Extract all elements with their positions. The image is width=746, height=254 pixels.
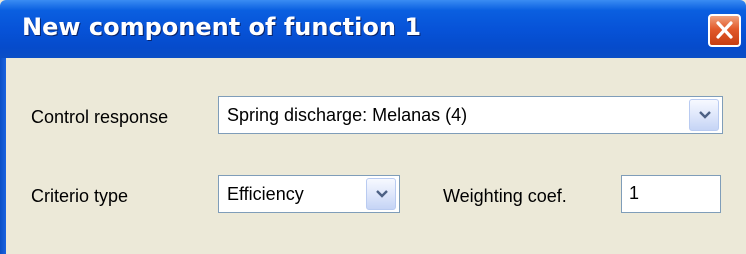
weighting-coef-value: 1 [629,183,640,203]
chevron-down-icon [699,111,711,119]
close-button[interactable] [708,14,741,47]
chevron-down-icon [376,190,388,198]
weighting-coef-label: Weighting coef. [443,186,567,206]
window-frame-left [0,58,6,254]
criterio-type-value: Efficiency [227,184,304,204]
criterio-type-dropdown-button[interactable] [366,178,396,210]
title-bar[interactable]: New component of function 1 [0,0,746,58]
dialog-window: New component of function 1 Control resp… [0,0,746,254]
control-response-label: Control response [31,107,169,127]
window-title: New component of function 1 [22,13,422,41]
criterio-type-select[interactable]: Efficiency [218,175,400,213]
control-response-value: Spring discharge: Melanas (4) [227,105,468,125]
criterio-type-label: Criterio type [31,186,129,206]
control-response-dropdown-button[interactable] [689,99,719,131]
close-x-icon [716,21,733,39]
control-response-select[interactable]: Spring discharge: Melanas (4) [218,96,723,134]
weighting-coef-input[interactable]: 1 [621,175,721,213]
